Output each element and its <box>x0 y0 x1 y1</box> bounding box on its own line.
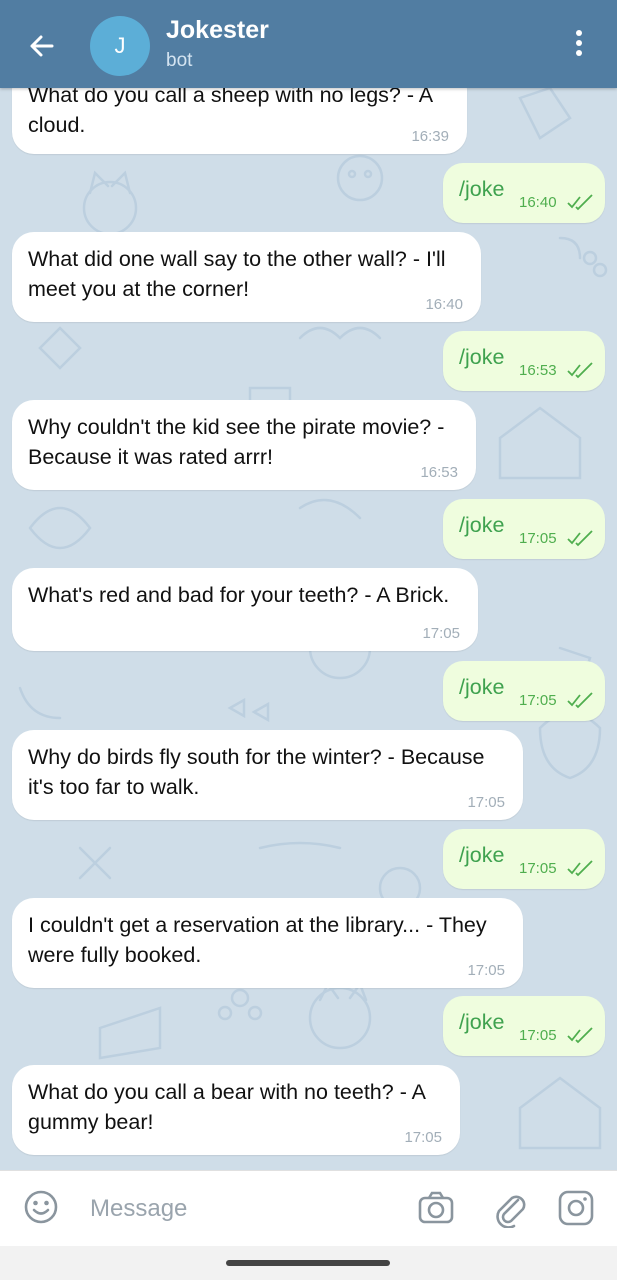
avatar[interactable]: J <box>90 16 150 76</box>
message-text: /joke <box>459 177 505 201</box>
instagram-icon[interactable] <box>556 1188 596 1228</box>
message-time: 16:40 <box>425 296 463 313</box>
message-time: 17:05 <box>467 794 505 811</box>
outgoing-message[interactable]: /joke 16:53 <box>443 331 605 391</box>
message-list[interactable]: What do you call a sheep with no legs? -… <box>0 88 617 1170</box>
message-time: 16:40 <box>519 194 557 211</box>
double-check-icon <box>567 362 593 379</box>
message-text: /joke <box>459 345 505 369</box>
double-check-icon <box>567 1027 593 1044</box>
incoming-message[interactable]: What did one wall say to the other wall?… <box>12 232 481 322</box>
message-time: 17:05 <box>404 1129 442 1146</box>
message-text: /joke <box>459 843 505 867</box>
message-text: /joke <box>459 675 505 699</box>
chat-subtitle: bot <box>166 50 193 71</box>
outgoing-message[interactable]: /joke 17:05 <box>443 499 605 559</box>
message-text: What did one wall say to the other wall?… <box>28 247 446 301</box>
message-input[interactable]: Message <box>90 1195 187 1223</box>
incoming-message[interactable]: I couldn't get a reservation at the libr… <box>12 898 523 988</box>
message-text: What do you call a sheep with no legs? -… <box>28 88 432 137</box>
incoming-message[interactable]: What's red and bad for your teeth? - A B… <box>12 568 478 651</box>
double-check-icon <box>567 860 593 877</box>
outgoing-message[interactable]: /joke 16:40 <box>443 163 605 223</box>
chat-title[interactable]: Jokester <box>166 16 269 45</box>
outgoing-message[interactable]: /joke 17:05 <box>443 996 605 1056</box>
message-time: 16:53 <box>519 362 557 379</box>
message-time: 17:05 <box>519 530 557 547</box>
message-text: What do you call a bear with no teeth? -… <box>28 1080 425 1134</box>
message-time: 17:05 <box>519 1027 557 1044</box>
chat-header: J Jokester bot <box>0 0 617 88</box>
message-composer: Message <box>0 1170 617 1247</box>
paperclip-icon[interactable] <box>490 1186 530 1228</box>
home-indicator[interactable] <box>226 1260 390 1266</box>
system-navigation-bar <box>0 1246 617 1280</box>
more-vertical-icon[interactable] <box>566 30 592 60</box>
incoming-message[interactable]: Why couldn't the kid see the pirate movi… <box>12 400 476 490</box>
message-time: 17:05 <box>422 625 460 642</box>
camera-icon[interactable] <box>416 1188 456 1228</box>
double-check-icon <box>567 692 593 709</box>
incoming-message[interactable]: What do you call a sheep with no legs? -… <box>12 88 467 154</box>
message-time: 16:53 <box>420 464 458 481</box>
outgoing-message[interactable]: /joke 17:05 <box>443 829 605 889</box>
message-text: Why do birds fly south for the winter? -… <box>28 745 485 799</box>
message-text: I couldn't get a reservation at the libr… <box>28 913 487 967</box>
double-check-icon <box>567 530 593 547</box>
message-text: What's red and bad for your teeth? - A B… <box>28 583 450 607</box>
double-check-icon <box>567 194 593 211</box>
message-time: 17:05 <box>519 860 557 877</box>
message-time: 16:39 <box>411 128 449 145</box>
message-text: Why couldn't the kid see the pirate movi… <box>28 415 445 469</box>
arrow-left-icon[interactable] <box>22 26 62 66</box>
incoming-message[interactable]: Why do birds fly south for the winter? -… <box>12 730 523 820</box>
outgoing-message[interactable]: /joke 17:05 <box>443 661 605 721</box>
incoming-message[interactable]: What do you call a bear with no teeth? -… <box>12 1065 460 1155</box>
message-text: /joke <box>459 513 505 537</box>
message-time: 17:05 <box>519 692 557 709</box>
emoji-icon[interactable] <box>23 1189 59 1225</box>
message-time: 17:05 <box>467 962 505 979</box>
message-text: /joke <box>459 1010 505 1034</box>
